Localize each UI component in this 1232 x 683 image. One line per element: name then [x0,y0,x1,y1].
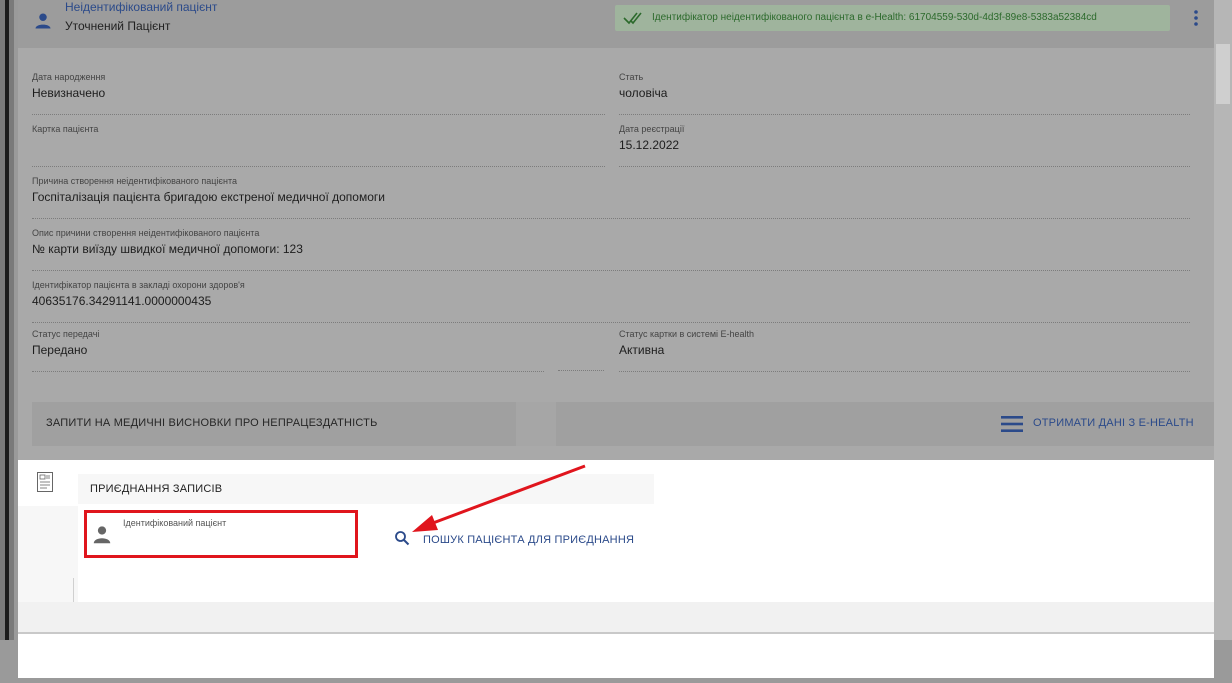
left-edge [0,0,14,640]
field-value: 40635176.34291141.0000000435 [32,294,212,308]
document-icon [37,472,53,492]
field-registration-date: Дата реєстрації 15.12.2022 [619,124,1190,167]
merge-title: ПРИЄДНАННЯ ЗАПИСІВ [90,483,223,495]
field-value: Госпіталізація пацієнта бригадою екстрен… [32,190,385,204]
field-creation-reason: Причина створення неідентифікованого пац… [32,176,1190,219]
more-vert-icon[interactable] [1190,8,1202,28]
search-patient-label: ПОШУК ПАЦІЄНТА ДЛЯ ПРИЄДНАННЯ [423,534,635,546]
field-reason-description: Опис причини створення неідентифікованог… [32,228,1190,271]
field-label: Статус картки в системі E-health [619,329,755,339]
identified-patient-label: Ідентифікований пацієнт [123,518,227,528]
field-patient-card: Картка пацієнта [32,124,605,167]
get-ehealth-data-button[interactable]: ОТРИМАТИ ДАНІ З E-HEALTH [1033,417,1194,429]
field-value: Невизначено [32,86,106,100]
identified-patient-field[interactable]: Ідентифікований пацієнт [84,510,358,558]
double-check-icon [623,12,642,25]
field-label: Дата народження [32,72,106,82]
field-value: Активна [619,343,665,357]
field-divider [558,370,604,371]
right-scroll-strip [1214,0,1232,640]
patient-header: Неідентифікований пацієнт Уточнений Паці… [18,0,1214,48]
sick-leave-title[interactable]: ЗАПИТИ НА МЕДИЧНІ ВИСНОВКИ ПРО НЕПРАЦЕЗД… [46,417,378,429]
menu-icon[interactable] [1001,416,1023,432]
field-value: чоловіча [619,86,668,100]
field-label: Дата реєстрації [619,124,685,134]
field-label: Опис причини створення неідентифікованог… [32,228,260,238]
sick-leave-section: ЗАПИТИ НА МЕДИЧНІ ВИСНОВКИ ПРО НЕПРАЦЕЗД… [32,402,1214,446]
left-edge-bar [5,0,9,640]
field-label: Статус передачі [32,329,100,339]
scroll-notch[interactable] [1216,44,1230,104]
divider-line [73,578,74,603]
patient-subtitle: Уточнений Пацієнт [65,19,171,33]
field-value: 15.12.2022 [619,138,680,152]
field-label: Причина створення неідентифікованого пац… [32,176,238,186]
field-value: № карти виїзду швидкої медичної допомоги… [32,242,303,256]
section-highlight-strip [516,402,556,446]
merge-footer-bar [18,602,1214,634]
person-icon [35,13,51,29]
field-label: Стать [619,72,644,82]
field-sex: Стать чоловіча [619,72,1190,115]
field-birth-date: Дата народження Невизначено [32,72,605,115]
patient-panel: Неідентифікований пацієнт Уточнений Паці… [18,0,1214,460]
field-label: Ідентифікатор пацієнта в закладі охорони… [32,280,245,290]
field-card-status: Статус картки в системі E-health Активна [619,329,1190,372]
field-label: Картка пацієнта [32,124,99,134]
merge-records-section: ПРИЄДНАННЯ ЗАПИСІВ Ідентифікований паціє… [18,460,1214,678]
search-icon [395,531,410,546]
ehealth-id-text: Ідентифікатор неідентифікованого пацієнт… [652,12,1097,23]
field-facility-patient-id: Ідентифікатор пацієнта в закладі охорони… [32,280,1190,323]
patient-title[interactable]: Неідентифікований пацієнт [65,0,217,14]
field-transfer-status: Статус передачі Передано [32,329,544,372]
field-value: Передано [32,343,88,357]
ehealth-id-badge: Ідентифікатор неідентифікованого пацієнт… [615,5,1170,31]
merge-title-bar: ПРИЄДНАННЯ ЗАПИСІВ [78,474,654,504]
person-icon [93,526,111,544]
